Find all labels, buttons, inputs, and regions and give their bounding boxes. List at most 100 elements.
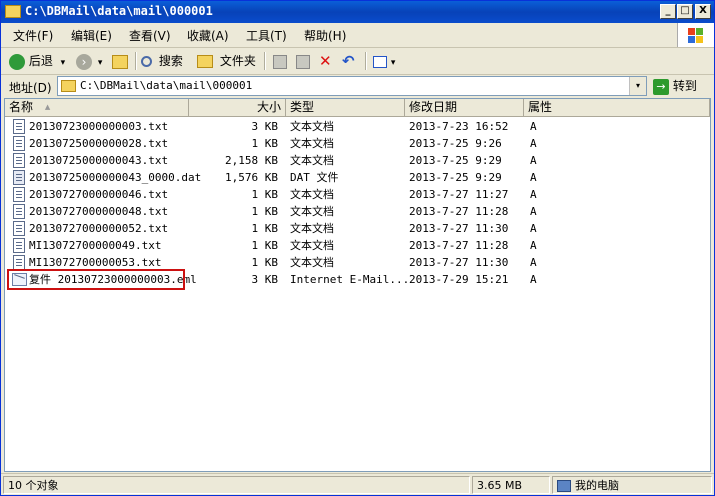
file-modified: 2013-7-25 9:29 [409, 154, 502, 167]
windows-logo-icon [677, 23, 714, 47]
file-size: 1 KB [251, 222, 279, 235]
column-header-attributes[interactable]: 属性 [524, 99, 710, 117]
views-button[interactable]: ▾ [373, 52, 395, 70]
views-icon [373, 55, 387, 68]
go-button[interactable]: → 转到 [653, 77, 697, 95]
file-name: MI13072700000049.txt [29, 239, 162, 252]
file-attributes: A [530, 137, 537, 150]
file-size: 1 KB [251, 239, 279, 252]
file-attributes: A [530, 120, 537, 133]
undo-button[interactable]: ↶ [342, 52, 355, 70]
text-file-icon [13, 119, 25, 134]
maximize-button[interactable]: □ [677, 4, 693, 19]
file-row[interactable]: 20130725000000043.txt 2,158 KB 文本文档 2013-7-… [5, 152, 710, 169]
forward-button[interactable]: › ▾ [76, 52, 102, 70]
back-arrow-icon [9, 53, 25, 70]
file-type: 文本文档 [290, 154, 334, 167]
file-name: 20130723000000003.txt [29, 120, 169, 133]
file-modified: 2013-7-27 11:30 [409, 222, 509, 235]
back-button[interactable]: 后退 ▾ [9, 52, 65, 70]
file-type: 文本文档 [290, 239, 334, 252]
file-attributes: A [530, 222, 537, 235]
file-row[interactable]: 20130727000000048.txt 1 KB 文本文档 2013-7-27 1… [5, 203, 710, 220]
file-size: 1,576 KB [225, 171, 278, 184]
menu-edit[interactable]: 编辑(E) [71, 27, 112, 44]
menu-tools[interactable]: 工具(T) [246, 27, 287, 44]
file-row[interactable]: MI13072700000049.txt 1 KB 文本文档 2013-7-27 11… [5, 237, 710, 254]
text-file-icon [13, 238, 25, 253]
status-bar: 10 个对象 3.65 MB 我的电脑 [1, 473, 714, 496]
file-name: 20130725000000028.txt [29, 137, 169, 150]
file-row[interactable]: 20130725000000028.txt 1 KB 文本文档 2013-7-25 9… [5, 135, 710, 152]
menu-view[interactable]: 查看(V) [129, 27, 171, 44]
text-file-icon [13, 221, 25, 236]
file-row[interactable]: 20130727000000046.txt 1 KB 文本文档 2013-7-27 1… [5, 186, 710, 203]
copy-to-icon [296, 54, 310, 69]
forward-dropdown-icon[interactable]: ▾ [98, 58, 103, 68]
minimize-button[interactable]: _ [660, 4, 676, 19]
file-size: 3 KB [251, 120, 279, 133]
address-label: 地址(D) [9, 81, 52, 95]
highlight-box [7, 269, 185, 290]
back-dropdown-icon[interactable]: ▾ [61, 58, 66, 68]
address-bar: 地址(D) C:\DBMail\data\mail\000001 ▾ → 转到 [1, 75, 714, 98]
file-name: 20130727000000052.txt [29, 222, 169, 235]
file-modified: 2013-7-27 11:28 [409, 205, 509, 218]
file-type: 文本文档 [290, 120, 334, 133]
file-attributes: A [530, 273, 537, 286]
status-object-count: 10 个对象 [3, 476, 470, 494]
close-button[interactable]: X [695, 4, 711, 19]
file-name: 20130725000000043_0000.dat [29, 171, 202, 184]
dat-file-icon [13, 170, 25, 185]
file-size: 1 KB [251, 188, 279, 201]
file-attributes: A [530, 239, 537, 252]
file-name: 20130725000000043.txt [29, 154, 169, 167]
toolbar-separator [135, 52, 137, 70]
text-file-icon [13, 136, 25, 151]
address-input[interactable]: C:\DBMail\data\mail\000001 ▾ [57, 76, 647, 96]
explorer-window: C:\DBMail\data\mail\000001 _ □ X 文件(F) 编… [0, 0, 715, 496]
column-header-type[interactable]: 类型 [286, 99, 405, 117]
folders-icon [197, 55, 213, 68]
file-size: 1 KB [251, 137, 279, 150]
column-header-modified[interactable]: 修改日期 [405, 99, 524, 117]
file-row[interactable]: 20130723000000003.txt 3 KB 文本文档 2013-7-23 1… [5, 118, 710, 135]
file-attributes: A [530, 188, 537, 201]
my-computer-icon [557, 480, 571, 492]
up-folder-icon [112, 54, 128, 69]
delete-button[interactable]: ✕ [319, 52, 332, 70]
copy-to-button[interactable] [296, 52, 310, 70]
up-folder-button[interactable] [112, 52, 128, 70]
column-header-name[interactable]: 名称 ▲ [5, 99, 189, 117]
toolbar-separator [264, 52, 266, 70]
file-type: DAT 文件 [290, 171, 339, 184]
move-to-button[interactable] [273, 52, 287, 70]
address-dropdown-icon[interactable]: ▾ [629, 77, 646, 95]
menu-help[interactable]: 帮助(H) [304, 27, 346, 44]
file-row[interactable]: 20130727000000052.txt 1 KB 文本文档 2013-7-27 1… [5, 220, 710, 237]
folder-icon [61, 80, 76, 92]
sort-ascending-icon: ▲ [44, 103, 51, 111]
file-modified: 2013-7-23 16:52 [409, 120, 509, 133]
file-modified: 2013-7-27 11:27 [409, 188, 509, 201]
file-size: 2,158 KB [225, 154, 278, 167]
file-modified: 2013-7-25 9:29 [409, 171, 502, 184]
window-title: C:\DBMail\data\mail\000001 [25, 4, 213, 18]
search-icon [141, 56, 152, 67]
menu-favorites[interactable]: 收藏(A) [187, 27, 229, 44]
file-attributes: A [530, 256, 537, 269]
file-modified: 2013-7-25 9:26 [409, 137, 502, 150]
file-type: 文本文档 [290, 188, 334, 201]
folders-button[interactable]: 文件夹 [197, 52, 256, 70]
file-row[interactable]: 20130725000000043_0000.dat 1,576 KB DAT 文件… [5, 169, 710, 186]
address-value: C:\DBMail\data\mail\000001 [80, 79, 253, 92]
search-button[interactable]: 搜索 [141, 52, 183, 70]
menu-file[interactable]: 文件(F) [13, 27, 53, 44]
title-bar[interactable]: C:\DBMail\data\mail\000001 _ □ X [1, 1, 714, 23]
undo-icon: ↶ [342, 52, 355, 70]
menu-bar: 文件(F) 编辑(E) 查看(V) 收藏(A) 工具(T) 帮助(H) [1, 23, 714, 48]
column-header-size[interactable]: 大小 [189, 99, 286, 117]
file-type: 文本文档 [290, 222, 334, 235]
toolbar-separator [365, 52, 367, 70]
views-dropdown-icon: ▾ [390, 58, 396, 68]
